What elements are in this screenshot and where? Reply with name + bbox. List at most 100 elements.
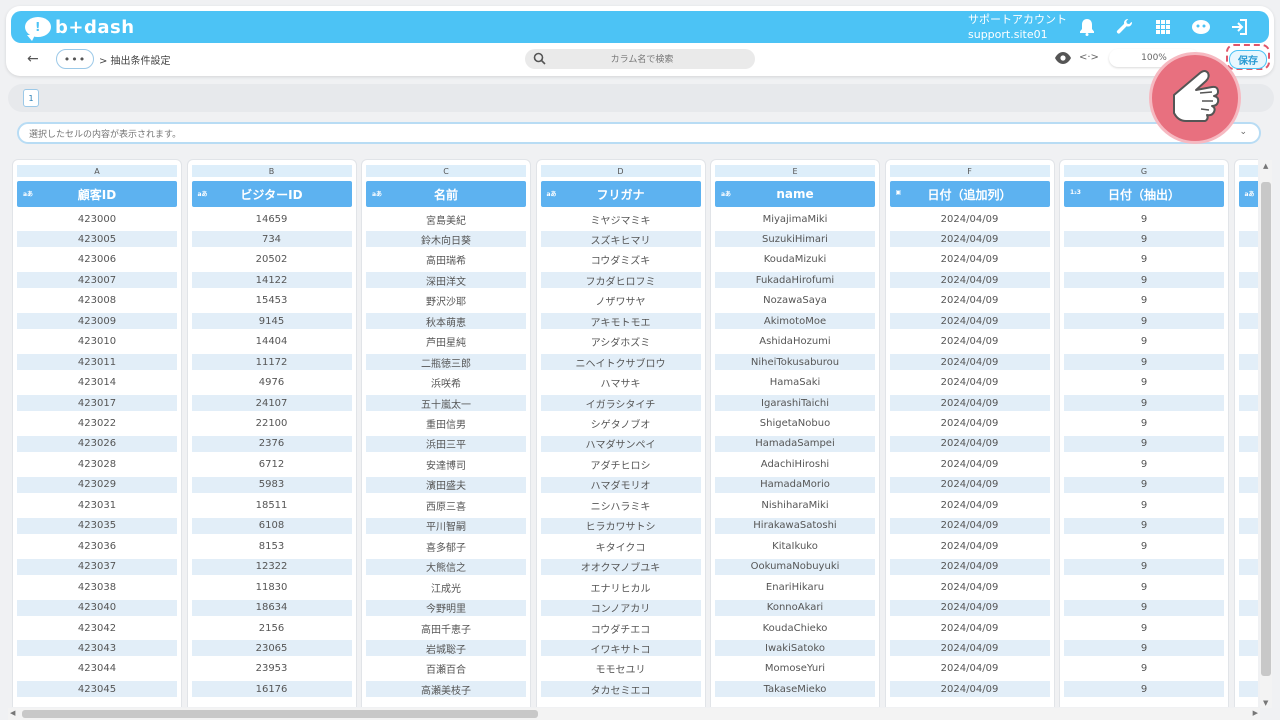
table-cell[interactable]: IgarashiTaichi <box>715 395 875 412</box>
table-cell[interactable]: 2376 <box>191 435 352 452</box>
table-cell[interactable]: 2024/04/09 <box>889 395 1050 412</box>
cell-content-input[interactable] <box>27 127 1211 143</box>
table-cell[interactable]: 423037 <box>17 558 177 575</box>
vertical-scroll-thumb[interactable] <box>1261 182 1271 676</box>
table-cell[interactable]: KitaIkuko <box>715 538 875 554</box>
table-cell[interactable]: イワキサトコ <box>540 640 701 657</box>
table-cell[interactable]: ハマダサンペイ <box>540 435 701 452</box>
table-cell[interactable]: 重田信男 <box>366 416 526 432</box>
table-cell[interactable]: 9 <box>1064 538 1224 554</box>
table-cell[interactable]: 22100 <box>192 416 352 432</box>
table-cell[interactable]: MiyajimaMiki <box>715 211 875 227</box>
table-cell[interactable]: HirakawaSatoshi <box>715 517 875 534</box>
table-cell[interactable] <box>1238 395 1258 412</box>
table-cell[interactable]: 2024/04/09 <box>889 313 1050 330</box>
table-cell[interactable]: 423011 <box>17 354 177 371</box>
table-cell[interactable]: 9 <box>1064 231 1224 248</box>
table-cell[interactable]: 大熊信之 <box>366 558 526 575</box>
column-header[interactable]: 1₂3 日付（抽出） <box>1064 181 1224 207</box>
table-cell[interactable]: 423044 <box>17 661 177 677</box>
account-info[interactable]: サポートアカウント support.site01 <box>968 12 1067 42</box>
column-letter[interactable]: C <box>366 165 526 177</box>
column-header[interactable]: aあ 名前 <box>366 181 526 207</box>
table-cell[interactable] <box>1238 681 1258 698</box>
table-cell[interactable]: アキモトモエ <box>540 313 701 330</box>
table-cell[interactable]: 9 <box>1064 435 1224 452</box>
table-cell[interactable]: 2024/04/09 <box>890 456 1050 472</box>
table-cell[interactable]: 8153 <box>192 538 352 554</box>
table-cell[interactable]: ShigetaNobuo <box>715 416 875 432</box>
table-cell[interactable]: HamadaSampei <box>715 435 875 452</box>
table-cell[interactable]: TakaseMieko <box>715 681 875 698</box>
table-cell[interactable]: 高瀬美枝子 <box>366 681 526 698</box>
table-cell[interactable]: 6712 <box>192 456 352 472</box>
table-cell[interactable] <box>1238 640 1258 657</box>
table-cell[interactable]: 9 <box>1064 517 1224 534</box>
table-cell[interactable]: SuzukiHimari <box>715 231 875 248</box>
table-cell[interactable]: ニヘイトクサブロウ <box>540 354 701 371</box>
table-cell[interactable]: 2024/04/09 <box>890 497 1050 513</box>
table-cell[interactable]: NozawaSaya <box>715 293 875 309</box>
table-cell[interactable]: 2024/04/09 <box>890 334 1050 350</box>
cell-content-bar[interactable]: ⌄ <box>17 122 1261 144</box>
table-cell[interactable]: 9 <box>1064 375 1224 391</box>
logo[interactable]: ! b+dash <box>25 15 135 41</box>
table-cell[interactable]: 2024/04/09 <box>889 681 1050 698</box>
table-cell[interactable]: 二瓶徳三郎 <box>366 354 526 371</box>
table-cell[interactable]: 9 <box>1064 456 1224 472</box>
table-cell[interactable]: FukadaHirofumi <box>715 272 875 289</box>
table-cell[interactable]: KoudaMizuki <box>715 252 875 268</box>
table-cell[interactable]: 423005 <box>17 231 177 248</box>
table-cell[interactable]: NiheiTokusaburou <box>715 354 875 371</box>
table-cell[interactable]: 2024/04/09 <box>890 252 1050 268</box>
table-cell[interactable]: 23953 <box>192 661 352 677</box>
table-cell[interactable]: 2024/04/09 <box>889 558 1050 575</box>
table-cell[interactable]: 423017 <box>17 395 177 412</box>
grid-icon[interactable] <box>1153 17 1173 37</box>
table-cell[interactable] <box>1238 476 1258 493</box>
search-input[interactable] <box>555 51 729 69</box>
table-cell[interactable] <box>1239 293 1259 309</box>
table-cell[interactable]: コウダミズキ <box>541 252 701 268</box>
table-cell[interactable]: 浜田三平 <box>366 435 526 452</box>
eye-icon[interactable] <box>1054 50 1072 69</box>
table-cell[interactable]: 423043 <box>17 640 177 657</box>
table-cell[interactable]: 9 <box>1064 681 1224 698</box>
scroll-right-icon[interactable]: ▶ <box>1253 709 1258 717</box>
table-cell[interactable]: 西原三喜 <box>366 497 526 513</box>
table-cell[interactable]: 2024/04/09 <box>889 517 1050 534</box>
table-cell[interactable]: 18511 <box>192 497 352 513</box>
table-cell[interactable] <box>1239 579 1259 595</box>
table-cell[interactable]: 9 <box>1064 211 1224 227</box>
table-cell[interactable] <box>1238 435 1258 452</box>
table-cell[interactable]: 423009 <box>17 313 177 330</box>
table-cell[interactable]: オオクマノブユキ <box>540 558 701 575</box>
table-cell[interactable] <box>1239 497 1259 513</box>
table-cell[interactable]: 鈴木向日葵 <box>366 231 526 248</box>
table-cell[interactable]: 2024/04/09 <box>889 354 1050 371</box>
table-cell[interactable]: 423014 <box>17 375 177 391</box>
table-cell[interactable]: 2024/04/09 <box>890 579 1050 595</box>
table-cell[interactable]: 高田千恵子 <box>366 620 526 636</box>
table-cell[interactable]: 9 <box>1064 293 1224 309</box>
table-cell[interactable]: 今野明里 <box>366 599 526 616</box>
table-cell[interactable]: モモセユリ <box>541 661 701 677</box>
scroll-up-icon[interactable]: ▲ <box>1263 162 1268 170</box>
back-arrow-icon[interactable]: ← <box>27 51 39 67</box>
table-cell[interactable]: 2024/04/09 <box>890 375 1050 391</box>
table-cell[interactable]: 安達博司 <box>366 456 526 472</box>
table-cell[interactable]: 9 <box>1064 354 1224 371</box>
table-cell[interactable]: 9 <box>1064 395 1224 412</box>
table-cell[interactable]: 423045 <box>17 681 177 698</box>
table-cell[interactable]: 20502 <box>192 252 352 268</box>
table-cell[interactable]: 423000 <box>17 211 177 227</box>
table-cell[interactable]: 6108 <box>191 517 352 534</box>
column-letter[interactable]: E <box>715 165 875 177</box>
table-cell[interactable]: 2024/04/09 <box>889 272 1050 289</box>
table-cell[interactable]: 9145 <box>191 313 352 330</box>
table-cell[interactable]: HamaSaki <box>715 375 875 391</box>
scroll-left-icon[interactable]: ◀ <box>10 709 15 717</box>
table-cell[interactable]: 423036 <box>17 538 177 554</box>
robot-icon[interactable] <box>1191 17 1211 37</box>
table-cell[interactable] <box>1239 252 1259 268</box>
